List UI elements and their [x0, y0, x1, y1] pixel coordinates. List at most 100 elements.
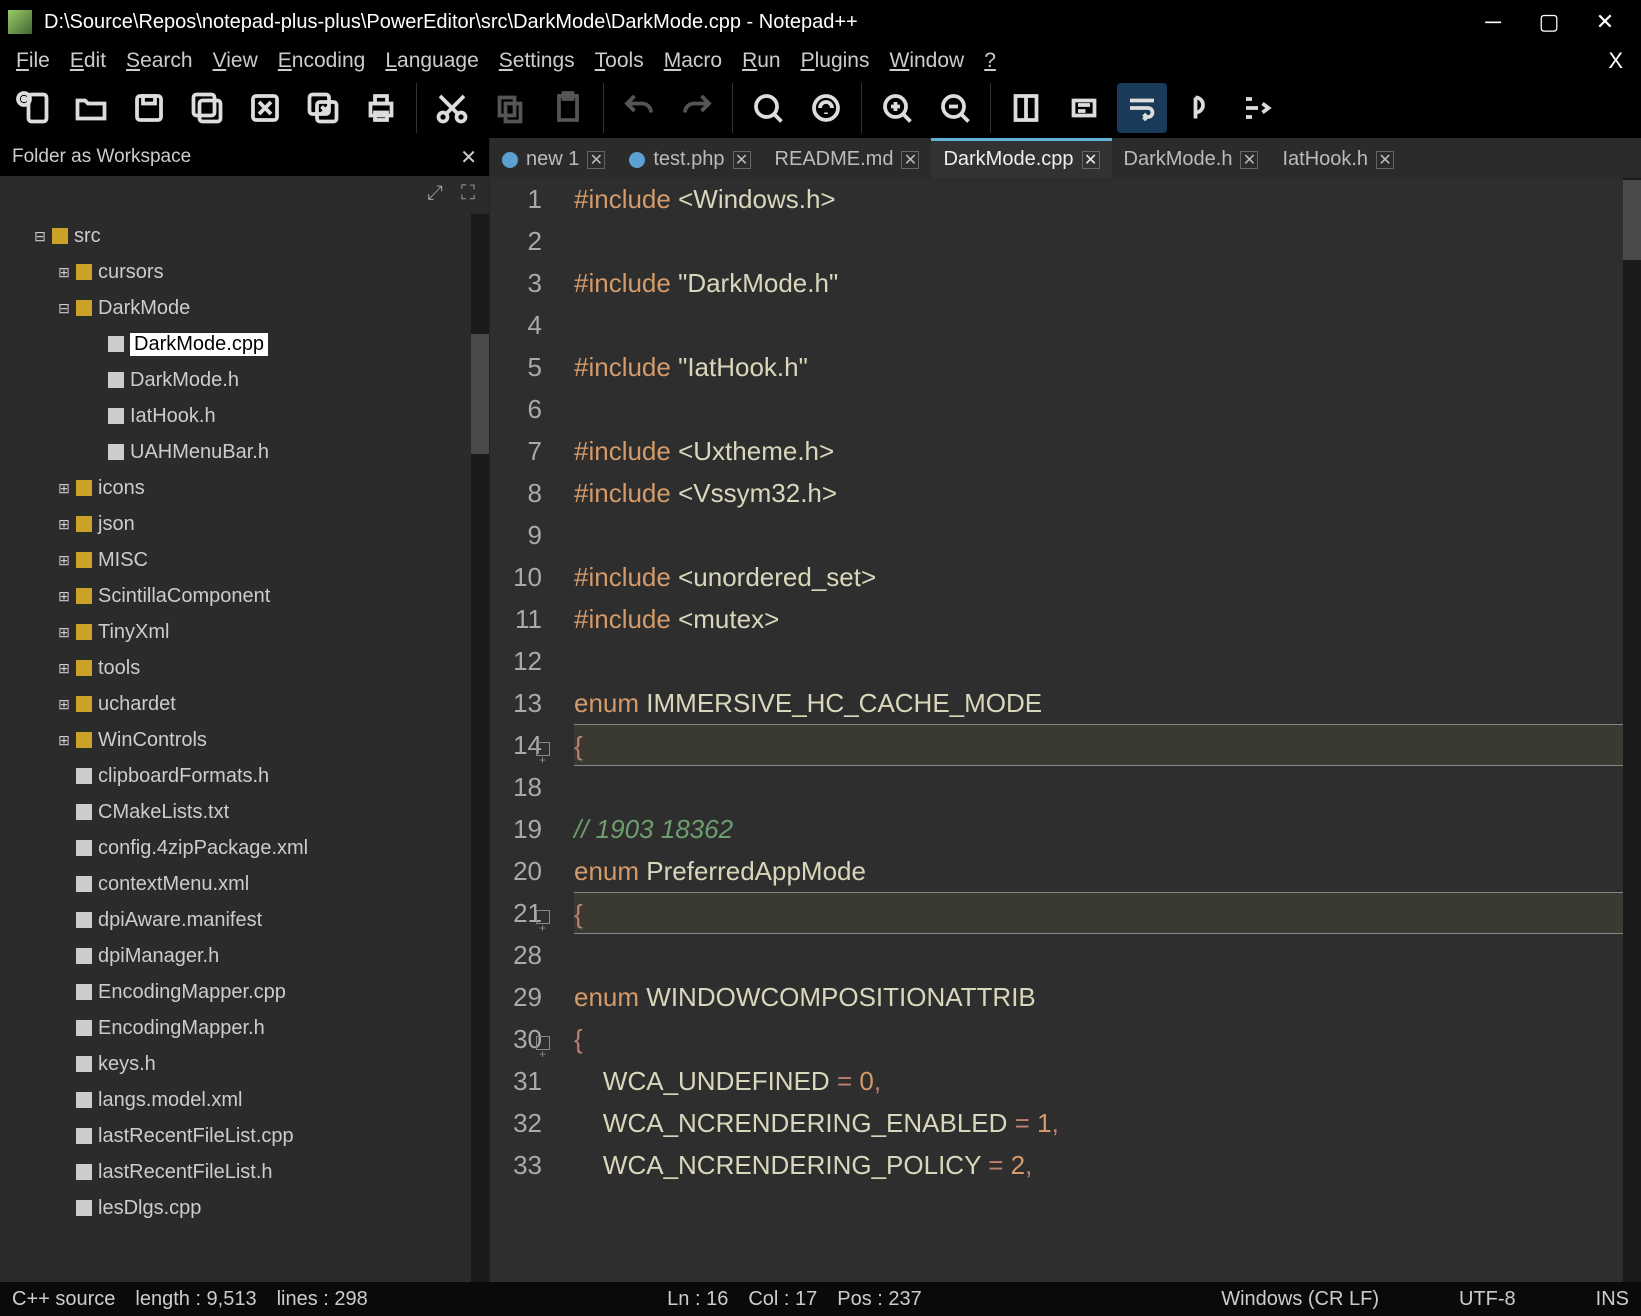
code-line[interactable]: #include <Windows.h> [574, 178, 1623, 220]
close-file-button[interactable] [240, 83, 290, 133]
code-line[interactable] [574, 934, 1623, 976]
tree-toggle-icon[interactable]: ⊞ [56, 732, 72, 748]
paste-button[interactable] [543, 83, 593, 133]
tab-close-icon[interactable]: ✕ [587, 151, 605, 169]
tree-item[interactable]: config.4zipPackage.xml [0, 830, 489, 866]
tree-toggle-icon[interactable]: ⊞ [56, 660, 72, 676]
tree-item[interactable]: ⊞tools [0, 650, 489, 686]
show-symbols-button[interactable] [1175, 83, 1225, 133]
code-line[interactable]: WCA_NCRENDERING_ENABLED = 1, [574, 1102, 1623, 1144]
undo-button[interactable] [614, 83, 664, 133]
tab-close-icon[interactable]: ✕ [1240, 151, 1258, 169]
maximize-button[interactable]: ▢ [1521, 0, 1577, 44]
code-line[interactable] [574, 220, 1623, 262]
sync-vscroll-button[interactable] [1001, 83, 1051, 133]
file-tree[interactable]: ⊟src⊞cursors⊟DarkModeDarkMode.cppDarkMod… [0, 214, 489, 1282]
code-line[interactable]: #include "IatHook.h" [574, 346, 1623, 388]
code-line[interactable]: #include <unordered_set> [574, 556, 1623, 598]
code-line[interactable] [574, 304, 1623, 346]
tree-item[interactable]: EncodingMapper.h [0, 1010, 489, 1046]
tab-close-icon[interactable]: ✕ [1082, 151, 1100, 169]
tab-DarkMode-cpp[interactable]: DarkMode.cpp✕ [931, 138, 1111, 178]
tab-close-icon[interactable]: ✕ [1376, 151, 1394, 169]
tree-toggle-icon[interactable]: ⊞ [56, 588, 72, 604]
tree-item[interactable]: DarkMode.cpp [0, 326, 489, 362]
menu-run[interactable]: Run [732, 45, 791, 77]
fold-toggle-icon[interactable] [536, 742, 550, 756]
code-line[interactable]: #include <mutex> [574, 598, 1623, 640]
tree-item[interactable]: lastRecentFileList.cpp [0, 1118, 489, 1154]
expand-icon[interactable]: ⛶ [461, 182, 475, 208]
tab-close-icon[interactable]: ✕ [733, 151, 751, 169]
code-line[interactable]: WCA_UNDEFINED = 0, [574, 1060, 1623, 1102]
menu-?[interactable]: ? [974, 45, 1006, 77]
tree-item[interactable]: ⊞icons [0, 470, 489, 506]
menu-macro[interactable]: Macro [654, 45, 732, 77]
redo-button[interactable] [672, 83, 722, 133]
menu-view[interactable]: View [203, 45, 268, 77]
code-editor[interactable]: 123456789101112131418192021282930313233 … [490, 178, 1641, 1282]
zoom-out-button[interactable] [930, 83, 980, 133]
code-line[interactable]: { [574, 724, 1623, 766]
tab-new-1[interactable]: new 1✕ [490, 138, 617, 178]
tree-toggle-icon[interactable]: ⊞ [56, 516, 72, 532]
menubar-close-button[interactable]: X [1596, 48, 1635, 74]
code-line[interactable]: enum WINDOWCOMPOSITIONATTRIB [574, 976, 1623, 1018]
code-line[interactable]: #include "DarkMode.h" [574, 262, 1623, 304]
open-file-button[interactable] [66, 83, 116, 133]
minimize-button[interactable]: ─ [1465, 0, 1521, 44]
panel-close-button[interactable]: ✕ [460, 145, 477, 170]
tab-IatHook-h[interactable]: IatHook.h✕ [1270, 138, 1406, 178]
tree-item[interactable]: ⊞TinyXml [0, 614, 489, 650]
menu-encoding[interactable]: Encoding [268, 45, 376, 77]
code-line[interactable]: #include <Vssym32.h> [574, 472, 1623, 514]
tree-item[interactable]: ⊟src [0, 218, 489, 254]
code-line[interactable]: #include <Uxtheme.h> [574, 430, 1623, 472]
tree-toggle-icon[interactable]: ⊟ [32, 228, 48, 244]
code-line[interactable] [574, 766, 1623, 808]
tree-item[interactable]: ⊞ScintillaComponent [0, 578, 489, 614]
tree-item[interactable]: dpiAware.manifest [0, 902, 489, 938]
code-content[interactable]: #include <Windows.h> #include "DarkMode.h… [570, 178, 1623, 1282]
tree-item[interactable]: ⊟DarkMode [0, 290, 489, 326]
tree-item[interactable]: CMakeLists.txt [0, 794, 489, 830]
tree-item[interactable]: contextMenu.xml [0, 866, 489, 902]
tab-README-md[interactable]: README.md✕ [763, 138, 932, 178]
tree-toggle-icon[interactable]: ⊞ [56, 696, 72, 712]
tab-close-icon[interactable]: ✕ [901, 151, 919, 169]
tree-item[interactable]: langs.model.xml [0, 1082, 489, 1118]
menu-plugins[interactable]: Plugins [791, 45, 880, 77]
fold-toggle-icon[interactable] [536, 1036, 550, 1050]
tree-item[interactable]: dpiManager.h [0, 938, 489, 974]
tab-test-php[interactable]: test.php✕ [617, 138, 762, 178]
menu-file[interactable]: File [6, 45, 60, 77]
fold-toggle-icon[interactable] [536, 910, 550, 924]
menu-window[interactable]: Window [879, 45, 974, 77]
save-button[interactable] [124, 83, 174, 133]
menu-language[interactable]: Language [375, 45, 488, 77]
code-line[interactable] [574, 514, 1623, 556]
tree-item[interactable]: ⊞WinControls [0, 722, 489, 758]
code-line[interactable] [574, 640, 1623, 682]
print-button[interactable] [356, 83, 406, 133]
indent-guide-button[interactable] [1233, 83, 1283, 133]
find-button[interactable] [743, 83, 793, 133]
code-line[interactable]: enum PreferredAppMode [574, 850, 1623, 892]
tree-toggle-icon[interactable]: ⊞ [56, 624, 72, 640]
menu-settings[interactable]: Settings [489, 45, 585, 77]
fold-margin[interactable] [552, 178, 570, 1282]
code-line[interactable] [574, 388, 1623, 430]
close-all-button[interactable] [298, 83, 348, 133]
zoom-in-button[interactable] [872, 83, 922, 133]
menu-search[interactable]: Search [116, 45, 203, 77]
tree-item[interactable]: lesDlgs.cpp [0, 1190, 489, 1226]
tab-DarkMode-h[interactable]: DarkMode.h✕ [1112, 138, 1271, 178]
close-button[interactable]: ✕ [1577, 0, 1633, 44]
tree-item[interactable]: keys.h [0, 1046, 489, 1082]
sb-insert-mode[interactable]: INS [1596, 1288, 1629, 1311]
tree-toggle-icon[interactable]: ⊞ [56, 480, 72, 496]
tree-toggle-icon[interactable]: ⊞ [56, 552, 72, 568]
new-file-button[interactable] [8, 83, 58, 133]
tree-item[interactable]: EncodingMapper.cpp [0, 974, 489, 1010]
tree-item[interactable]: ⊞MISC [0, 542, 489, 578]
